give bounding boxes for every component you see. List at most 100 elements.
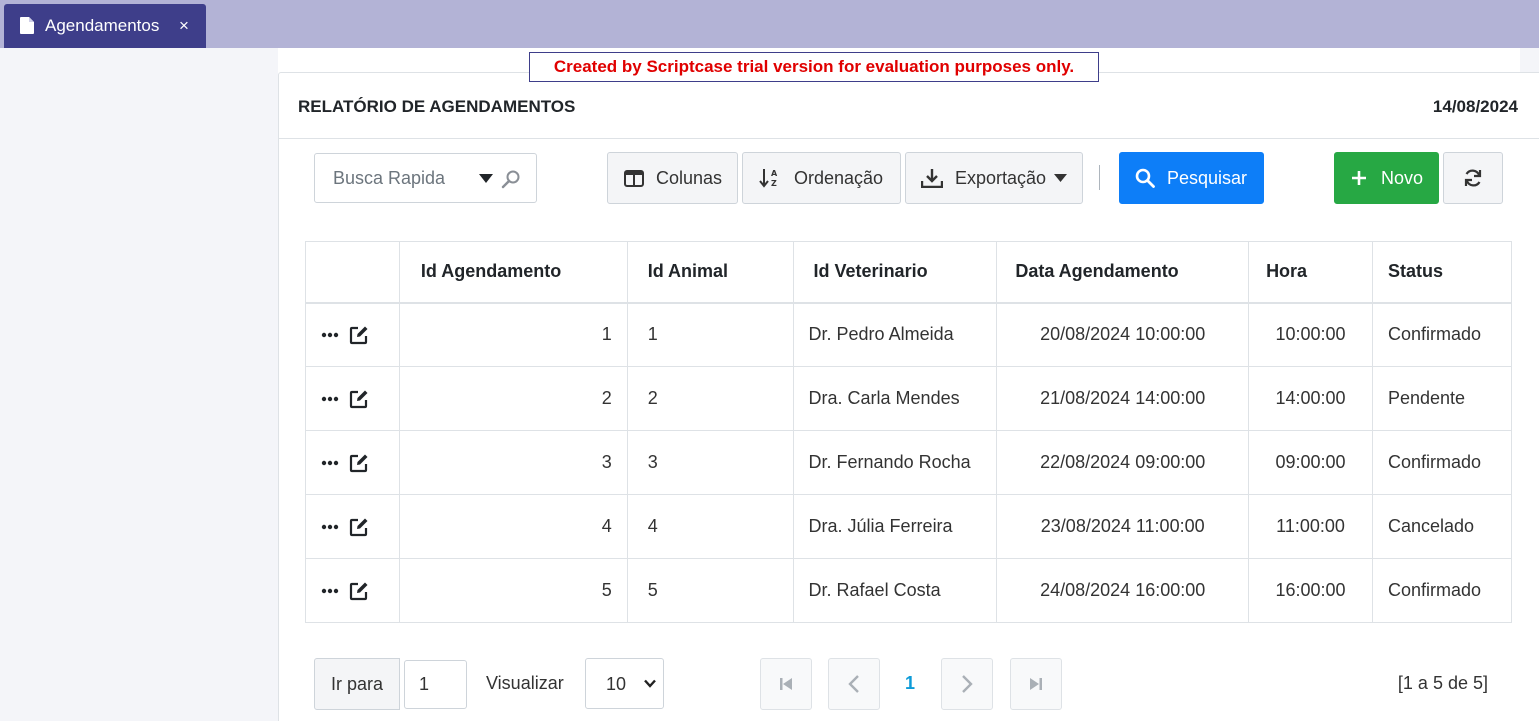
report-header: RELATÓRIO DE AGENDAMENTOS 14/08/2024 (279, 73, 1539, 139)
first-page-icon (780, 678, 792, 690)
next-page-button[interactable] (941, 658, 993, 710)
search-button-label: Pesquisar (1167, 167, 1248, 188)
cell-id-animal: 4 (626, 494, 794, 559)
edit-icon[interactable] (349, 325, 369, 345)
cell-id-agendamento: 5 (398, 558, 628, 623)
edit-icon[interactable] (349, 581, 369, 601)
cell-id-animal: 3 (626, 430, 794, 495)
table-row[interactable]: 5 5 Dr. Rafael Costa 24/08/2024 16:00:00 16:… (305, 558, 1512, 623)
cell-id-agendamento: 1 (398, 302, 628, 367)
svg-text:A: A (771, 169, 778, 178)
cell-id-agendamento: 3 (398, 430, 628, 495)
col-status[interactable]: Status (1372, 241, 1512, 304)
tab-close-icon[interactable]: × (179, 16, 189, 36)
edit-icon[interactable] (349, 517, 369, 537)
cell-data-agendamento: 21/08/2024 14:00:00 (996, 366, 1250, 431)
more-options-icon[interactable] (321, 460, 339, 466)
page-size-value: 10 (606, 674, 627, 694)
table-row[interactable]: 4 4 Dra. Júlia Ferreira 23/08/2024 11:00:00… (305, 494, 1512, 559)
cell-hora: 11:00:00 (1248, 494, 1373, 559)
export-label: Exportação (955, 167, 1047, 188)
more-options-icon[interactable] (321, 588, 339, 594)
trial-banner: Created by Scriptcase trial version for … (529, 52, 1099, 82)
edit-icon[interactable] (349, 453, 369, 473)
goto-button[interactable]: Ir para (314, 658, 400, 710)
prev-page-button[interactable] (828, 658, 880, 710)
columns-button[interactable]: Colunas (607, 152, 738, 204)
cell-id-veterinario: Dra. Júlia Ferreira (792, 494, 998, 559)
records-summary: [1 a 5 de 5] (1397, 673, 1488, 693)
cell-status: Confirmado (1372, 430, 1512, 495)
schedule-table: Id Agendamento Id Animal Id Veterinario … (305, 241, 1512, 623)
search-icon (1135, 168, 1155, 188)
more-options-icon[interactable] (321, 332, 339, 338)
columns-icon (624, 169, 644, 187)
more-options-icon[interactable] (321, 396, 339, 402)
col-id-agendamento[interactable]: Id Agendamento (398, 241, 628, 304)
search-button[interactable]: Pesquisar (1119, 152, 1264, 204)
row-actions (305, 430, 400, 495)
row-actions (305, 302, 400, 367)
svg-text:Z: Z (771, 179, 777, 188)
new-button[interactable]: Novo (1334, 152, 1439, 204)
view-label: Visualizar (486, 673, 564, 693)
chevron-left-icon (848, 675, 859, 693)
cell-hora: 09:00:00 (1248, 430, 1373, 495)
document-icon (20, 17, 34, 34)
more-options-icon[interactable] (321, 524, 339, 530)
first-page-button[interactable] (760, 658, 812, 710)
row-actions (305, 494, 400, 559)
refresh-button[interactable] (1443, 152, 1503, 204)
page-number-current[interactable]: 1 (895, 673, 925, 694)
columns-label: Colunas (656, 167, 723, 188)
cell-id-veterinario: Dr. Fernando Rocha (792, 430, 998, 495)
tab-agendamentos[interactable]: Agendamentos × (4, 4, 206, 48)
table-row[interactable]: 1 1 Dr. Pedro Almeida 20/08/2024 10:00:00 10… (305, 302, 1512, 367)
cell-id-animal: 2 (626, 366, 794, 431)
cell-data-agendamento: 23/08/2024 11:00:00 (996, 494, 1250, 559)
last-page-icon (1030, 678, 1042, 690)
cell-id-animal: 5 (626, 558, 794, 623)
cell-status: Cancelado (1372, 494, 1512, 559)
caret-down-icon[interactable] (479, 174, 493, 183)
cell-id-veterinario: Dr. Pedro Almeida (792, 302, 998, 367)
search-input[interactable]: Busca Rapida (333, 168, 445, 189)
cell-id-animal: 1 (626, 302, 794, 367)
sort-button[interactable]: AZ Ordenação (742, 152, 901, 204)
left-panel (0, 48, 278, 721)
table-row[interactable]: 3 3 Dr. Fernando Rocha 22/08/2024 09:00:00 0… (305, 430, 1512, 495)
cell-status: Confirmado (1372, 558, 1512, 623)
col-hora[interactable]: Hora (1248, 241, 1373, 304)
cell-status: Pendente (1372, 366, 1512, 431)
col-id-veterinario[interactable]: Id Veterinario (792, 241, 998, 304)
edit-icon[interactable] (349, 389, 369, 409)
page-title: RELATÓRIO DE AGENDAMENTOS (298, 97, 576, 116)
chevron-down-icon (644, 679, 656, 688)
table-header-row: Id Agendamento Id Animal Id Veterinario … (305, 241, 1512, 304)
quick-search[interactable]: Busca Rapida (314, 153, 537, 203)
cell-data-agendamento: 24/08/2024 16:00:00 (996, 558, 1250, 623)
cell-id-agendamento: 2 (398, 366, 628, 431)
download-icon (921, 169, 943, 188)
search-icon[interactable] (501, 169, 521, 189)
new-label: Novo (1381, 167, 1424, 188)
cell-id-veterinario: Dr. Rafael Costa (792, 558, 998, 623)
cell-hora: 14:00:00 (1248, 366, 1373, 431)
cell-hora: 16:00:00 (1248, 558, 1373, 623)
chevron-right-icon (962, 675, 973, 693)
goto-page-input[interactable] (404, 660, 467, 709)
export-button[interactable]: Exportação (905, 152, 1083, 204)
page-size-select[interactable]: 10 (585, 658, 664, 709)
cell-status: Confirmado (1372, 302, 1512, 367)
col-data-agendamento[interactable]: Data Agendamento (996, 241, 1250, 304)
tab-bar: Agendamentos × (0, 0, 1539, 48)
col-id-animal[interactable]: Id Animal (626, 241, 794, 304)
cell-id-agendamento: 4 (398, 494, 628, 559)
row-actions (305, 366, 400, 431)
table-body: 1 1 Dr. Pedro Almeida 20/08/2024 10:00:00 10… (305, 302, 1512, 623)
plus-icon (1352, 171, 1366, 185)
last-page-button[interactable] (1010, 658, 1062, 710)
table-row[interactable]: 2 2 Dra. Carla Mendes 21/08/2024 14:00:00 14… (305, 366, 1512, 431)
row-actions (305, 558, 400, 623)
cell-data-agendamento: 22/08/2024 09:00:00 (996, 430, 1250, 495)
